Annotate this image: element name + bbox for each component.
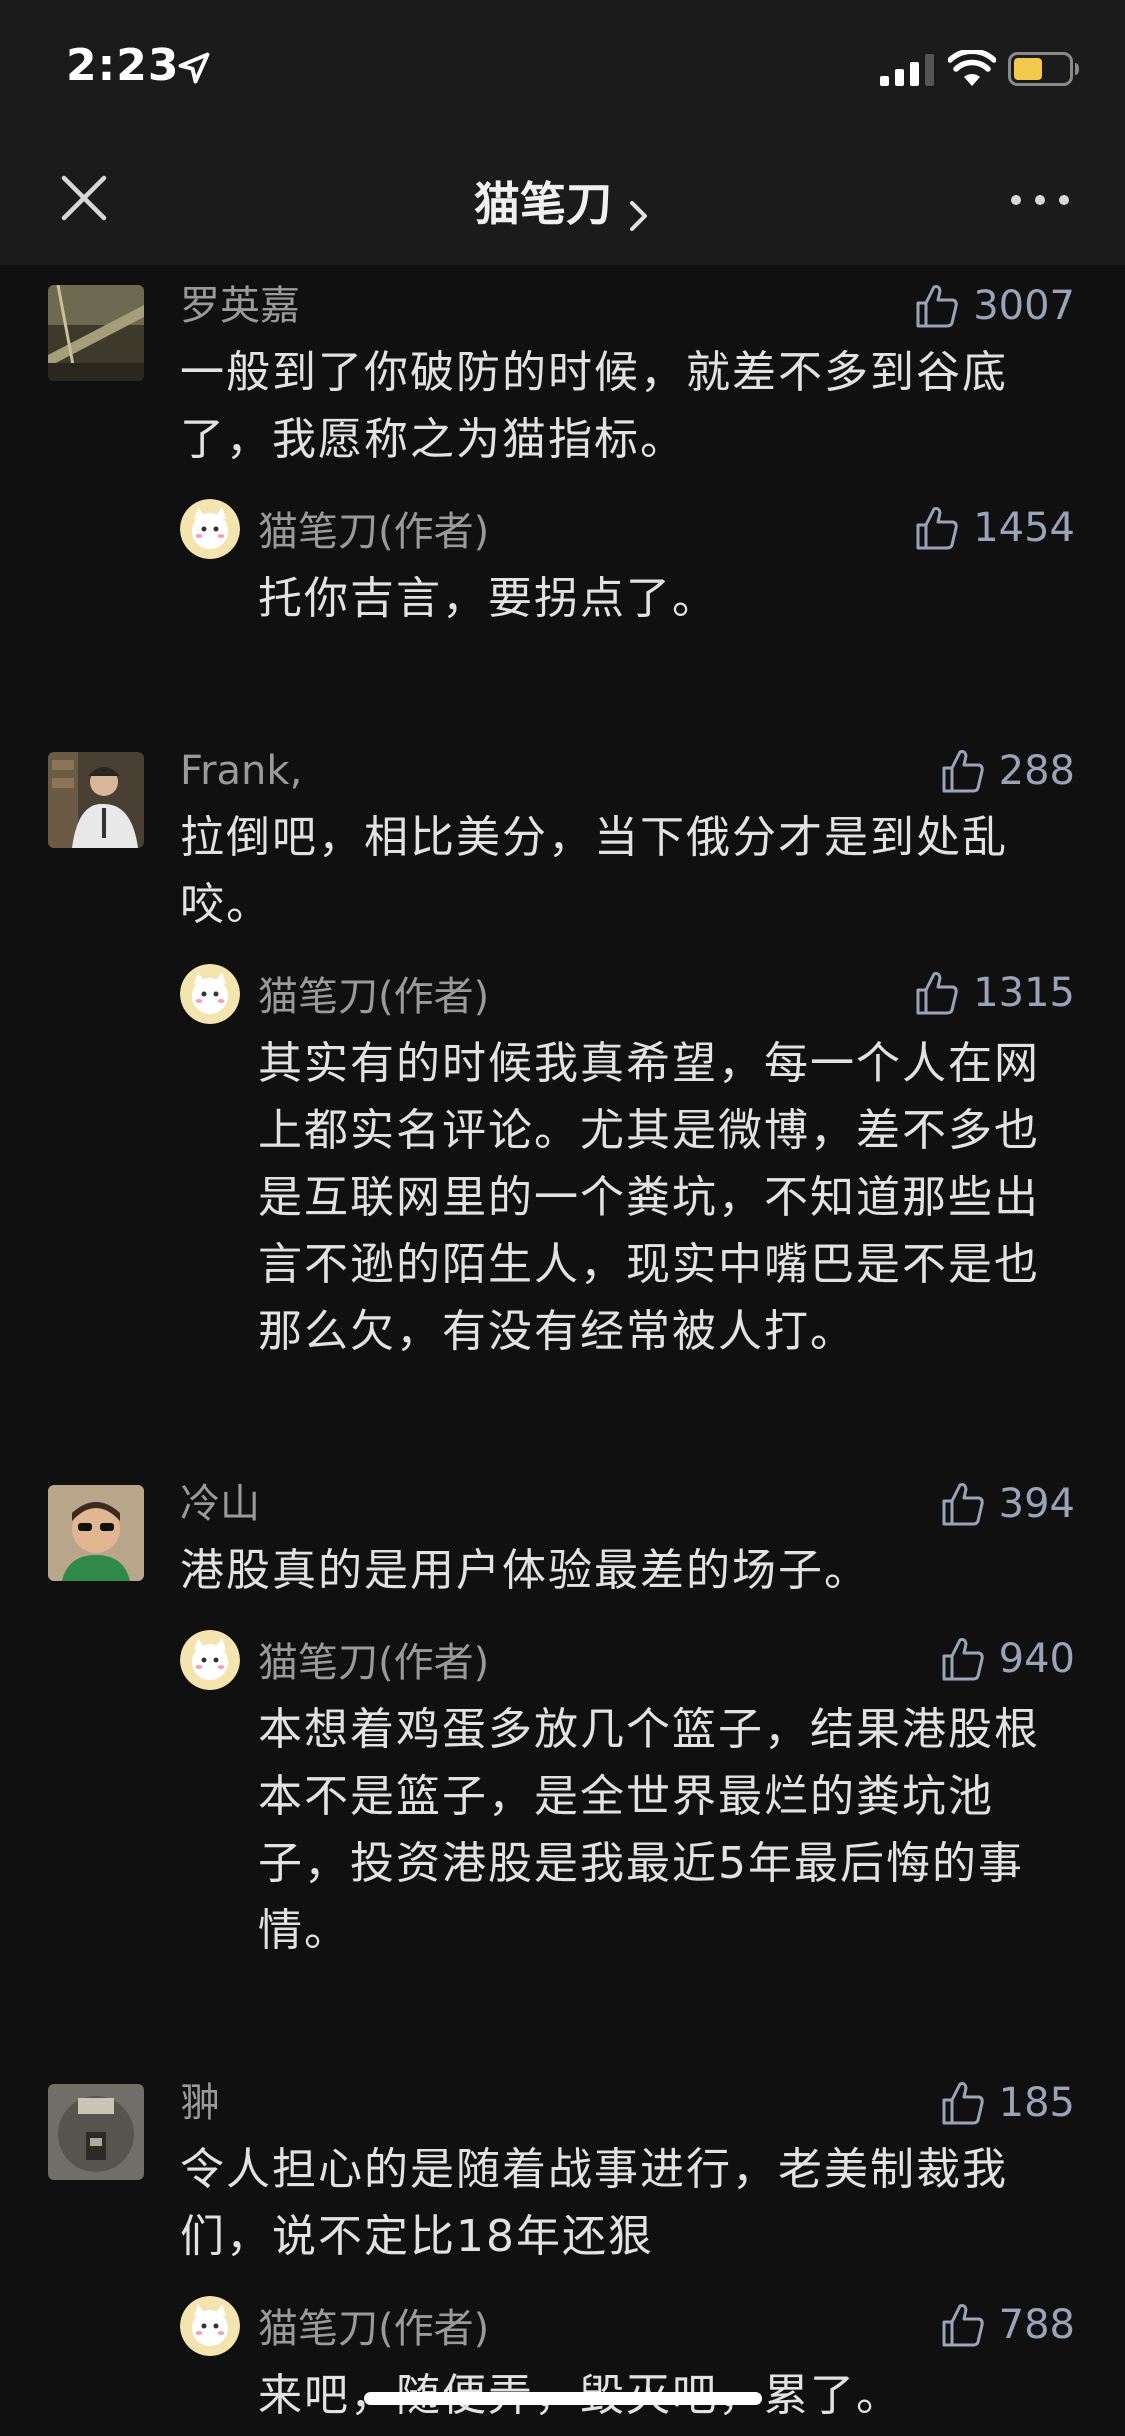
- thumbs-up-icon: [942, 1483, 984, 1526]
- comment-item: Frank, 288 拉倒吧，相比美分，当下俄分才是到处乱咬。 猫笔刀(作者) …: [0, 738, 1125, 1471]
- comment-header: 罗英嘉 3007: [180, 273, 1075, 339]
- author-reply: 猫笔刀(作者) 788 来吧，随便弄，毁灭吧，累了。: [180, 2296, 1075, 2429]
- like-count: 288: [998, 748, 1075, 794]
- comment-item: 冷山 394 港股真的是用户体验最差的场子。 猫笔刀(作者) 940 本想着鸡蛋…: [0, 1471, 1125, 2070]
- like-count: 788: [998, 2302, 1075, 2348]
- like-button[interactable]: 1454: [915, 503, 1075, 553]
- author-reply: 猫笔刀(作者) 940 本想着鸡蛋多放几个篮子，结果港股根本不是篮子，是全世界最…: [180, 1630, 1075, 1964]
- thumbs-up-icon: [942, 2082, 984, 2125]
- like-count: 940: [998, 1636, 1075, 1682]
- user-name[interactable]: 冷山: [180, 1481, 260, 1527]
- more-icon[interactable]: [1010, 190, 1070, 210]
- author-avatar[interactable]: [180, 2296, 240, 2356]
- status-bar: 2:23: [0, 0, 1125, 140]
- avatar[interactable]: [48, 285, 144, 381]
- user-name[interactable]: 罗英嘉: [180, 283, 300, 329]
- like-count: 1315: [973, 970, 1075, 1016]
- avatar[interactable]: [48, 1485, 144, 1581]
- comment-text: 一般到了你破防的时候，就差不多到谷底了，我愿称之为猫指标。: [180, 347, 1008, 465]
- comment-text: 拉倒吧，相比美分，当下俄分才是到处乱咬。: [180, 812, 1008, 930]
- comment-header: Frank, 288: [180, 738, 1075, 804]
- comment-header: 翀 185: [180, 2070, 1075, 2136]
- cellular-signal-icon: [880, 54, 934, 86]
- author-avatar[interactable]: [180, 964, 240, 1024]
- thumbs-up-icon: [916, 972, 958, 1015]
- like-button[interactable]: 3007: [915, 281, 1075, 331]
- author-name[interactable]: 猫笔刀(作者): [258, 1640, 489, 1686]
- reply-text: 其实有的时候我真希望，每一个人在网上都实名评论。尤其是微博，差不多也是互联网里的…: [258, 1038, 1040, 1357]
- avatar[interactable]: [48, 752, 144, 848]
- reply-header: 猫笔刀(作者) 788: [258, 2296, 1075, 2362]
- comment-list: 罗英嘉 3007 一般到了你破防的时候，就差不多到谷底了，我愿称之为猫指标。 猫…: [0, 265, 1125, 2436]
- comment-header: 冷山 394: [180, 1471, 1075, 1537]
- screen: 2:23 猫笔刀 罗英嘉 3007 一般到了你破防的时候，就差不多到谷底了，我愿…: [0, 0, 1125, 2436]
- nav-bar: 猫笔刀: [0, 140, 1125, 265]
- thumbs-up-icon: [916, 285, 958, 328]
- reply-text: 本想着鸡蛋多放几个篮子，结果港股根本不是篮子，是全世界最烂的粪坑池子，投资港股是…: [258, 1704, 1040, 1956]
- author-avatar[interactable]: [180, 499, 240, 559]
- wifi-icon: [948, 50, 996, 86]
- comment-text: 港股真的是用户体验最差的场子。: [180, 1545, 870, 1596]
- status-time: 2:23: [66, 40, 180, 91]
- like-count: 1454: [973, 505, 1075, 551]
- comment-item: 翀 185 令人担心的是随着战事进行，老美制裁我们，说不定比18年还狠 猫笔刀(…: [0, 2070, 1125, 2429]
- like-button[interactable]: 940: [941, 1634, 1075, 1684]
- reply-header: 猫笔刀(作者) 1454: [258, 499, 1075, 565]
- author-name[interactable]: 猫笔刀(作者): [258, 974, 489, 1020]
- user-name[interactable]: 翀: [180, 2080, 220, 2126]
- home-indicator[interactable]: [364, 2392, 762, 2405]
- reply-text: 托你吉言，要拐点了。: [258, 573, 718, 624]
- reply-header: 猫笔刀(作者) 1315: [258, 964, 1075, 1030]
- thumbs-up-icon: [942, 750, 984, 793]
- user-name[interactable]: Frank,: [180, 748, 302, 794]
- page-title: 猫笔刀: [473, 177, 612, 231]
- reply-header: 猫笔刀(作者) 940: [258, 1630, 1075, 1696]
- author-reply: 猫笔刀(作者) 1454 托你吉言，要拐点了。: [180, 499, 1075, 632]
- like-count: 185: [998, 2080, 1075, 2126]
- like-button[interactable]: 1315: [915, 968, 1075, 1018]
- author-reply: 猫笔刀(作者) 1315 其实有的时候我真希望，每一个人在网上都实名评论。尤其是…: [180, 964, 1075, 1365]
- author-name[interactable]: 猫笔刀(作者): [258, 509, 489, 555]
- like-button[interactable]: 288: [941, 746, 1075, 796]
- author-name[interactable]: 猫笔刀(作者): [258, 2306, 489, 2352]
- nav-title-button[interactable]: 猫笔刀: [0, 168, 1125, 234]
- thumbs-up-icon: [916, 507, 958, 550]
- like-button[interactable]: 185: [941, 2078, 1075, 2128]
- battery-icon: [1008, 52, 1079, 86]
- author-avatar[interactable]: [180, 1630, 240, 1690]
- thumbs-up-icon: [942, 1638, 984, 1681]
- like-count: 394: [998, 1481, 1075, 1527]
- thumbs-up-icon: [942, 2304, 984, 2347]
- comment-text: 令人担心的是随着战事进行，老美制裁我们，说不定比18年还狠: [180, 2144, 1008, 2262]
- like-button[interactable]: 788: [941, 2300, 1075, 2350]
- like-button[interactable]: 394: [941, 1479, 1075, 1529]
- avatar[interactable]: [48, 2084, 144, 2180]
- like-count: 3007: [973, 283, 1075, 329]
- chevron-right-icon: [630, 200, 648, 231]
- location-arrow-icon: [178, 52, 210, 84]
- comment-item: 罗英嘉 3007 一般到了你破防的时候，就差不多到谷底了，我愿称之为猫指标。 猫…: [0, 273, 1125, 738]
